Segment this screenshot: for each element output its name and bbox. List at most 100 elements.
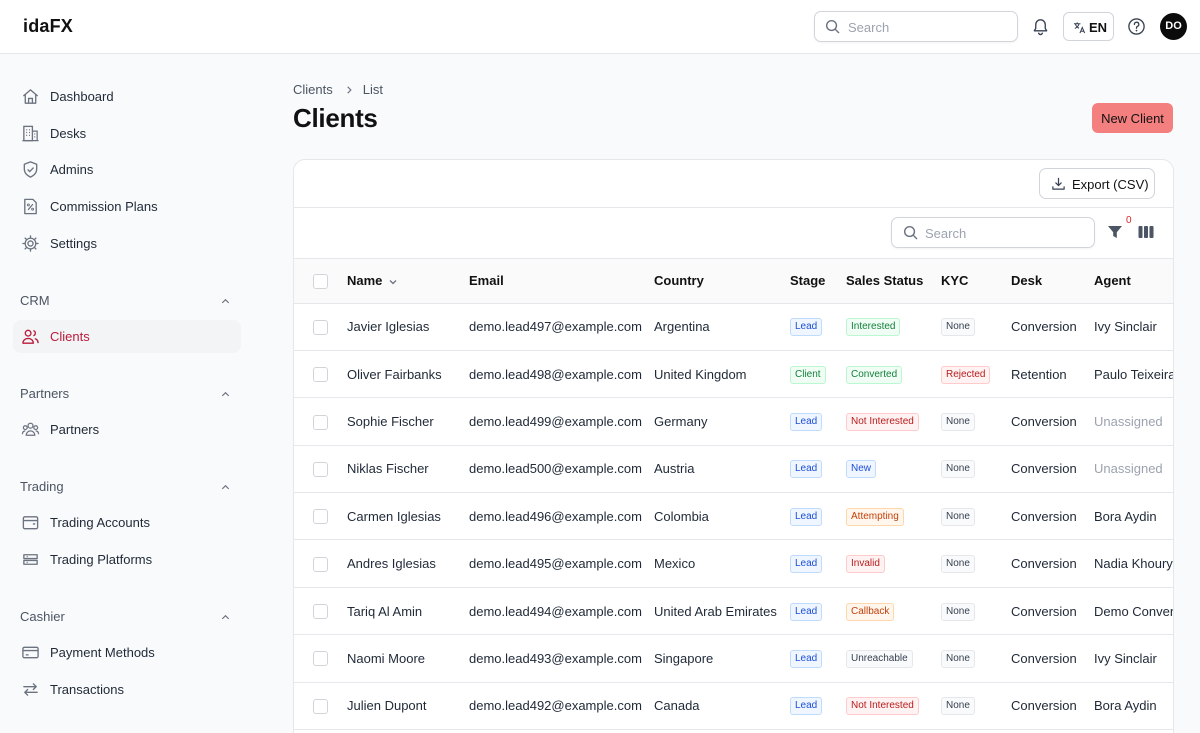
row-checkbox[interactable] <box>313 556 328 572</box>
row-checkbox[interactable] <box>313 461 328 477</box>
sidebar-item-partners[interactable]: Partners <box>13 413 241 446</box>
cell-email: demo.lead497@example.com <box>469 303 654 351</box>
sales-status-badge: Not Interested <box>846 697 919 716</box>
cell-kyc: None <box>941 682 1011 731</box>
cell-name[interactable]: Carmen Iglesias <box>347 492 469 541</box>
sidebar-group-crm[interactable]: CRM <box>20 293 235 311</box>
sidebar-item-trading-accounts[interactable]: Trading Accounts <box>13 506 241 539</box>
export-csv-button[interactable]: Export (CSV) <box>1039 168 1155 199</box>
row-checkbox[interactable] <box>313 698 328 714</box>
sidebar-item-transactions[interactable]: Transactions <box>13 673 241 706</box>
kyc-badge: Rejected <box>941 365 991 384</box>
select-all-checkbox[interactable] <box>313 273 328 289</box>
sidebar-item-trading-platforms[interactable]: Trading Platforms <box>13 543 241 576</box>
table-row[interactable]: Niklas Fischer demo.lead500@example.com Au… <box>294 445 1173 494</box>
cell-desk: Conversion <box>1011 492 1094 541</box>
cell-name[interactable]: Oliver Fairbanks <box>347 350 469 399</box>
row-checkbox[interactable] <box>313 509 328 525</box>
column-header-kyc[interactable]: KYC <box>941 259 1011 304</box>
cell-sales-status: Not Interested <box>846 682 941 731</box>
building-icon <box>21 124 40 143</box>
sidebar-group-trading[interactable]: Trading <box>20 479 235 497</box>
cell-email: demo.lead498@example.com <box>469 350 654 399</box>
global-search-input[interactable] <box>848 17 1008 37</box>
cell-name[interactable]: Naomi Moore <box>347 634 469 683</box>
sidebar-item-commission-plans[interactable]: Commission Plans <box>13 190 241 223</box>
sidebar-item-label: Clients <box>50 329 90 344</box>
table-row[interactable]: Javier Iglesias demo.lead497@example.com A… <box>294 303 1173 351</box>
cell-name[interactable]: Tariq Al Amin <box>347 587 469 636</box>
sidebar-item-label: Transactions <box>50 682 124 697</box>
column-header-name[interactable]: Name <box>347 259 469 304</box>
sidebar-item-dashboard[interactable]: Dashboard <box>13 80 241 113</box>
cell-kyc: None <box>941 492 1011 541</box>
column-header-email[interactable]: Email <box>469 259 654 304</box>
sidebar-item-admins[interactable]: Admins <box>13 153 241 186</box>
column-header-desk[interactable]: Desk <box>1011 259 1094 304</box>
wallet-icon <box>21 513 40 532</box>
cell-name[interactable]: Julien Dupont <box>347 682 469 731</box>
brand-logo[interactable]: idaFX <box>23 16 73 37</box>
stage-badge: Lead <box>790 460 823 479</box>
column-header-agent[interactable]: Agent <box>1094 259 1173 304</box>
row-checkbox[interactable] <box>313 604 328 620</box>
table-row[interactable]: Oliver Fairbanks demo.lead498@example.com… <box>294 350 1173 399</box>
cell-country: Mexico <box>654 539 790 588</box>
row-select-cell <box>294 303 347 351</box>
row-checkbox[interactable] <box>313 651 328 667</box>
cell-name[interactable]: Sophie Fischer <box>347 397 469 446</box>
search-icon <box>825 19 840 34</box>
bell-icon[interactable] <box>1031 17 1050 36</box>
table-row[interactable]: Andres Iglesias demo.lead495@example.com M… <box>294 539 1173 588</box>
kyc-badge: None <box>941 460 975 479</box>
cell-name[interactable]: Andres Iglesias <box>347 539 469 588</box>
sidebar-group-partners[interactable]: Partners <box>20 386 235 404</box>
column-header-sales-status[interactable]: Sales Status <box>846 259 941 304</box>
sidebar-item-clients[interactable]: Clients <box>13 320 241 353</box>
cell-kyc: None <box>941 587 1011 636</box>
shield-icon <box>21 160 40 179</box>
columns-icon[interactable] <box>1138 225 1154 239</box>
sidebar-item-payment-methods[interactable]: Payment Methods <box>13 636 241 669</box>
cell-kyc: None <box>941 303 1011 351</box>
table-row[interactable]: Julien Dupont demo.lead492@example.com Can… <box>294 682 1173 731</box>
cell-desk: Conversion <box>1011 587 1094 636</box>
filter-count-badge: 0 <box>1126 215 1132 226</box>
server-icon <box>21 550 40 569</box>
table-search[interactable] <box>891 217 1095 248</box>
sidebar-item-label: Commission Plans <box>50 199 158 214</box>
help-icon[interactable] <box>1127 17 1146 36</box>
sales-status-badge: Invalid <box>846 555 885 574</box>
new-client-button[interactable]: New Client <box>1092 103 1173 133</box>
row-checkbox[interactable] <box>313 319 328 335</box>
cell-stage: Client <box>790 350 846 399</box>
table-row[interactable]: Carmen Iglesias demo.lead496@example.com C… <box>294 492 1173 541</box>
sales-status-badge: Attempting <box>846 507 904 526</box>
sidebar-group-cashier[interactable]: Cashier <box>20 609 235 627</box>
row-checkbox[interactable] <box>313 367 328 383</box>
cell-name[interactable]: Niklas Fischer <box>347 445 469 494</box>
cell-agent: Demo Convers <box>1094 587 1173 636</box>
sidebar-item-settings[interactable]: Settings <box>13 227 241 260</box>
global-search[interactable] <box>814 11 1018 42</box>
table-row[interactable]: Naomi Moore demo.lead493@example.com Singa… <box>294 634 1173 683</box>
cell-country: Argentina <box>654 303 790 351</box>
table-row[interactable]: Sophie Fischer demo.lead499@example.com Ge… <box>294 397 1173 446</box>
row-select-cell <box>294 682 347 731</box>
column-header-stage[interactable]: Stage <box>790 259 846 304</box>
sidebar-item-desks[interactable]: Desks <box>13 117 241 150</box>
table-search-input[interactable] <box>925 223 1085 243</box>
cell-stage: Lead <box>790 587 846 636</box>
cell-sales-status: Callback <box>846 587 941 636</box>
breadcrumb-clients[interactable]: Clients <box>293 82 333 97</box>
cell-name[interactable]: Javier Iglesias <box>347 303 469 351</box>
user-avatar[interactable]: DO <box>1160 13 1187 40</box>
sidebar-item-label: Settings <box>50 236 97 251</box>
filter-icon[interactable] <box>1107 224 1123 240</box>
row-checkbox[interactable] <box>313 414 328 430</box>
language-switcher[interactable]: EN <box>1063 12 1114 41</box>
column-header-country[interactable]: Country <box>654 259 790 304</box>
table-row[interactable]: Tariq Al Amin demo.lead494@example.com Uni… <box>294 587 1173 636</box>
cell-desk: Conversion <box>1011 634 1094 683</box>
sidebar-item-label: Trading Accounts <box>50 515 150 530</box>
